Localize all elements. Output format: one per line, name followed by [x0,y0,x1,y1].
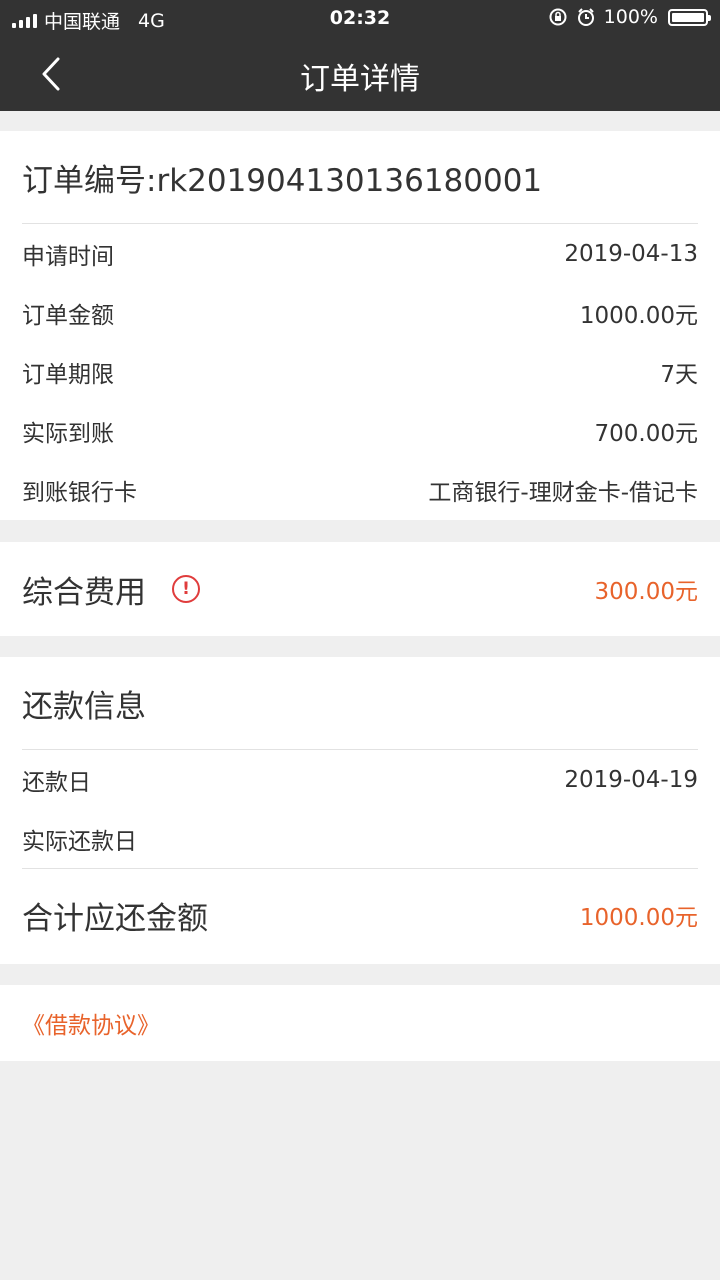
total-value: 1000.00元 [579,905,698,931]
field-value: 1000.00元 [579,302,698,329]
battery-percent: 100% [603,6,658,28]
top-bar: 中国联通 4G 02:32 100% 订单详情 [0,0,720,111]
fee-label: 综合费用 [22,574,146,611]
order-field-bank-card: 到账银行卡 工商银行-理财金卡-借记卡 [0,460,720,519]
order-field-amount: 订单金额 1000.00元 [0,283,720,342]
fee-label-group: 综合费用 ! [22,567,200,612]
field-label: 订单金额 [22,302,114,329]
exclamation-circle-icon[interactable]: ! [172,575,200,603]
field-label: 订单期限 [22,361,114,388]
field-label: 申请时间 [22,243,114,270]
agreement-card: 《借款协议》 [0,985,720,1061]
field-value: 700.00元 [594,420,698,447]
field-value: 7天 [660,361,698,388]
alarm-icon [577,8,594,26]
rotation-lock-icon [549,8,567,26]
repayment-field-actual-date: 实际还款日 [0,809,720,868]
order-field-apply-time: 申请时间 2019-04-13 [0,224,720,283]
repayment-total-row: 合计应还金额 1000.00元 [0,869,720,961]
order-number: 订单编号:rk201904130136180001 [22,162,543,199]
nav-bar: 订单详情 [0,36,720,111]
order-field-received: 实际到账 700.00元 [0,401,720,460]
order-field-term: 订单期限 7天 [0,342,720,401]
repayment-card: 还款信息 还款日 2019-04-19 实际还款日 合计应还金额 1000.00… [0,657,720,964]
field-label: 还款日 [22,769,91,796]
repayment-field-due-date: 还款日 2019-04-19 [0,750,720,809]
fee-value: 300.00元 [594,579,698,605]
field-label: 实际到账 [22,420,114,447]
field-value: 2019-04-13 [564,240,698,267]
page-title: 订单详情 [300,62,420,97]
fee-card: 综合费用 ! 300.00元 [0,542,720,636]
field-label: 实际还款日 [22,828,137,855]
field-label: 到账银行卡 [22,479,137,506]
field-value: 2019-04-19 [564,766,698,793]
battery-icon [668,8,711,26]
fee-row: 综合费用 ! 300.00元 [0,542,720,636]
total-label: 合计应还金额 [22,900,208,937]
loan-agreement-link[interactable]: 《借款协议》 [22,1006,160,1040]
status-bar: 中国联通 4G 02:32 100% [0,0,720,36]
order-info-card: 订单编号:rk201904130136180001 申请时间 2019-04-1… [0,131,720,520]
repayment-title: 还款信息 [22,688,146,725]
field-value: 工商银行-理财金卡-借记卡 [428,479,698,506]
